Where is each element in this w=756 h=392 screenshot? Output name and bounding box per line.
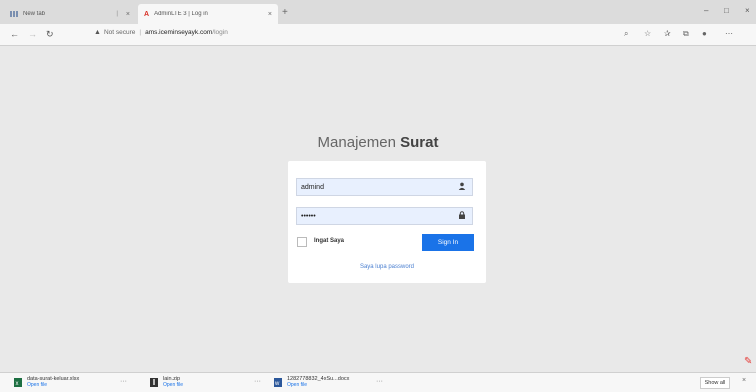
excel-file-icon: x [14,378,22,387]
menu-icon[interactable]: ⋯ [725,29,733,38]
download-options-icon[interactable]: ··· [254,378,261,385]
address-bar[interactable]: ▲ Not secure | ams.iceminseyayk.com /log… [94,29,228,36]
pen-icon[interactable]: ✎ [744,356,752,367]
brand-bold-text: Surat [400,134,439,151]
tab-new-tab[interactable]: New tab | × [4,4,136,24]
download-status: Open file [163,382,184,388]
login-logo: Manajemen Surat [0,134,756,151]
remember-me-checkbox[interactable] [297,237,307,247]
close-tab-icon[interactable]: × [268,11,272,18]
svg-text:w: w [274,381,280,387]
download-item[interactable]: x data-surat-keluar.xlsx Open file [14,376,79,388]
download-options-icon[interactable]: ··· [120,378,127,385]
username-value: admind [301,183,324,191]
back-icon[interactable]: ← [10,29,19,39]
show-all-button[interactable]: Show all [700,377,730,389]
close-shelf-icon[interactable]: × [742,377,746,384]
sign-in-button[interactable]: Sign In [422,234,474,251]
new-tab-button[interactable]: + [282,7,288,18]
search-icon[interactable]: ⌕ [624,29,628,39]
warning-icon: ▲ [94,29,101,36]
zip-file-icon [150,378,158,387]
tab-title: New tab [23,11,46,17]
security-label: Not secure [103,29,136,36]
forgot-password-link[interactable]: Saya lupa password [288,264,486,270]
profile-icon[interactable]: ● [702,29,707,38]
minimize-button[interactable]: – [704,6,708,15]
download-item[interactable]: w 1282778832_4xSu...docx Open file [274,376,349,388]
download-item[interactable]: lain.zip Open file [150,376,183,388]
password-value: •••••• [301,212,316,220]
navigation-bar: ← → ↻ ▲ Not secure | ams.iceminseyayk.co… [0,24,756,46]
close-tab-icon[interactable]: × [126,11,130,18]
download-status: Open file [27,382,48,388]
login-card: admind •••••• Ingat Saya Sign In Saya lu… [288,161,486,283]
lock-icon [458,211,466,221]
star-icon[interactable]: ☆ [644,29,651,38]
download-shelf: x data-surat-keluar.xlsx Open file ··· l… [0,372,756,392]
tab-strip: New tab | × A AdminLTE 3 | Log in × + – … [0,0,756,24]
new-tab-favicon-icon [10,11,18,17]
page-content: Manajemen Surat admind •••••• Ingat Saya… [0,47,756,372]
close-window-button[interactable]: × [745,6,750,15]
username-field[interactable]: admind [296,178,473,196]
brand-light-text: Manajemen [317,134,396,151]
tab-separator: | [116,11,118,17]
tab-login[interactable]: A AdminLTE 3 | Log in × [138,4,278,24]
url-host: ams.iceminseyayk.com [145,29,213,36]
download-options-icon[interactable]: ··· [376,378,383,385]
collections-icon[interactable]: ⧉ [683,29,689,39]
refresh-icon[interactable]: ↻ [46,29,54,40]
word-file-icon: w [274,378,282,387]
password-field[interactable]: •••••• [296,207,473,225]
tab-title: AdminLTE 3 | Log in [154,11,208,17]
user-icon [458,182,466,192]
adminlte-favicon-icon: A [144,10,150,18]
maximize-button[interactable]: □ [724,6,729,15]
download-status: Open file [287,382,308,388]
address-separator: | [139,29,142,36]
favorites-icon[interactable]: ✰ [664,29,671,38]
url-path: /login [212,29,228,36]
forward-icon[interactable]: → [28,29,37,39]
remember-me-label: Ingat Saya [314,238,345,244]
svg-text:x: x [16,381,19,387]
